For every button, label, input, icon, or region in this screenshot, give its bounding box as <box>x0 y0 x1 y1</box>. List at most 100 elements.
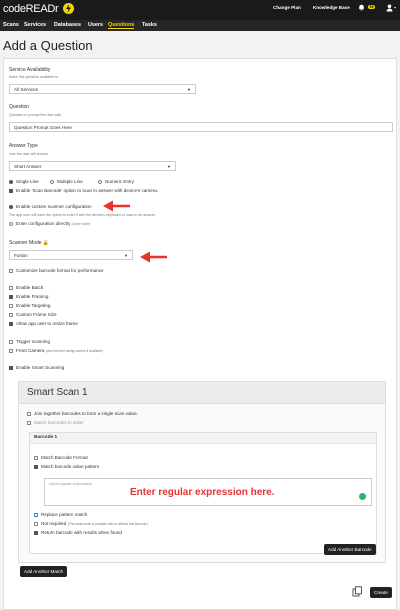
service-availability-select[interactable]: All Services ▼ <box>9 84 196 94</box>
multiple-line-label: Multiple Line <box>57 179 83 184</box>
checkbox-icon <box>34 464 38 469</box>
replace-match-label: Replace pattern match <box>41 512 88 517</box>
question-value: Question Prompt Goes Here <box>14 125 72 130</box>
regex-placeholder: Input regular expression <box>49 481 92 486</box>
enable-framing-checkbox[interactable]: Enable Framing <box>9 294 48 299</box>
custom-scanner-help: The app user will have the option to ent… <box>9 213 156 217</box>
not-required-label: Not required <box>41 521 67 526</box>
enable-targeting-label: Enable Targeting <box>16 303 51 308</box>
return-barcode-label: Return barcode with results when found <box>41 530 122 535</box>
enable-batch-checkbox[interactable]: Enable Batch <box>9 285 43 290</box>
question-help: Question to prompt the user with <box>9 113 61 117</box>
match-order-checkbox[interactable]: Match barcodes in order <box>27 420 84 425</box>
bell-icon[interactable] <box>358 4 365 13</box>
customize-format-checkbox[interactable]: Customize barcode format for performance <box>9 268 104 273</box>
barcode-title: Barcode 1 <box>34 435 58 440</box>
enable-batch-label: Enable Batch <box>16 285 44 290</box>
barcode-header: Barcode 1 <box>30 433 376 444</box>
config-directly-radio[interactable]: Enter configuration directly (Learn more… <box>9 221 90 226</box>
lock-icon: 🔒 <box>42 240 50 246</box>
question-input[interactable]: Question Prompt Goes Here <box>9 122 393 132</box>
numeric-entry-label: Numeric Entry <box>105 179 135 184</box>
front-camera-note: (Use the front facing camera if availabl… <box>45 349 103 353</box>
checkbox-icon <box>9 188 13 193</box>
multiple-line-radio[interactable]: Multiple Line <box>50 179 83 184</box>
custom-scanner-radio[interactable]: Enable custom scanner configuration <box>9 204 92 209</box>
scan-barcode-checkbox[interactable]: Enable 'Scan Barcode' option to scan in … <box>9 188 158 193</box>
enable-smart-scanning-checkbox[interactable]: Enable Smart Scanning <box>9 365 64 370</box>
config-directly-label: Enter configuration directly <box>16 221 71 226</box>
resize-frame-checkbox[interactable]: Allow app user to resize frame <box>9 321 78 326</box>
checkbox-icon <box>34 530 38 535</box>
match-format-checkbox[interactable]: Match Barcode Format <box>34 455 88 460</box>
checkbox-icon <box>27 420 31 425</box>
smart-scan-title: Smart Scan 1 <box>27 387 88 398</box>
scanner-mode-label: Scanner Mode 🔒 <box>9 240 49 246</box>
custom-frame-size-checkbox[interactable]: Custom Frame Size <box>9 312 57 317</box>
checkbox-icon <box>34 455 38 460</box>
not-required-note: (This smart scan is possible with or wit… <box>67 522 149 526</box>
answer-type-select[interactable]: Short Answer ▼ <box>9 161 176 171</box>
checkbox-icon <box>9 348 13 353</box>
nav-services[interactable]: Services <box>24 22 46 28</box>
checkbox-icon <box>9 365 13 370</box>
front-camera-label: Front Camera <box>16 348 45 353</box>
app-logo[interactable]: codeREADr <box>3 3 59 15</box>
nav-tasks[interactable]: Tasks <box>142 22 157 28</box>
question-label: Question <box>9 104 30 110</box>
barcode-panel: Barcode 1 Match Barcode Format Match bar… <box>29 432 377 554</box>
single-line-radio[interactable]: Single Line <box>9 179 39 184</box>
copy-icon[interactable] <box>352 586 363 599</box>
checkbox-icon <box>9 285 13 290</box>
smart-scan-header: Smart Scan 1 <box>19 382 385 404</box>
add-another-match-button[interactable]: Add Another Match <box>20 566 68 577</box>
custom-frame-size-label: Custom Frame Size <box>16 312 57 317</box>
match-format-label: Match Barcode Format <box>41 455 88 460</box>
checkbox-icon <box>34 512 38 517</box>
user-menu-icon[interactable] <box>386 4 397 14</box>
match-order-label: Match barcodes in order <box>34 420 84 425</box>
nav-scans[interactable]: Scans <box>3 22 19 28</box>
checkbox-icon <box>9 321 13 326</box>
nav-users[interactable]: Users <box>88 22 103 28</box>
regex-annotation: Enter regular expression here. <box>130 487 275 498</box>
nav-databases[interactable]: Databases <box>54 22 81 28</box>
scan-barcode-label: Enable 'Scan Barcode' option to scan in … <box>16 188 159 193</box>
replace-match-checkbox[interactable]: Replace pattern match <box>34 512 87 517</box>
page-title: Add a Question <box>3 38 93 53</box>
enable-targeting-checkbox[interactable]: Enable Targeting <box>9 303 50 308</box>
change-plan-link[interactable]: Change Plan <box>273 5 301 10</box>
knowledge-base-link[interactable]: Knowledge Base <box>313 5 350 10</box>
return-barcode-checkbox[interactable]: Return barcode with results when found <box>34 530 122 535</box>
annotation-arrow-icon <box>103 200 130 212</box>
trigger-scanning-checkbox[interactable]: Trigger scanning <box>9 339 50 344</box>
create-button[interactable]: Create <box>370 587 392 598</box>
checkbox-icon <box>9 294 13 299</box>
checkbox-icon <box>27 411 31 416</box>
nav-questions[interactable]: Questions <box>108 22 135 29</box>
regex-input[interactable]: Input regular expression Enter regular e… <box>44 478 372 506</box>
match-pattern-label: Match barcode value pattern <box>41 464 100 469</box>
answer-type-help: how the user will answer <box>9 152 49 156</box>
numeric-entry-radio[interactable]: Numeric Entry <box>98 179 134 184</box>
add-another-barcode-button[interactable]: Add Another Barcode <box>324 544 376 555</box>
chevron-down-icon: ▼ <box>167 164 171 169</box>
join-barcodes-checkbox[interactable]: Join together barcodes to form a single … <box>27 411 138 416</box>
logo-bolt-icon <box>63 3 74 14</box>
single-line-label: Single Line <box>16 179 39 184</box>
annotation-arrow-icon <box>140 251 167 263</box>
checkbox-icon <box>34 521 38 526</box>
front-camera-checkbox[interactable]: Front Camera (Use the front facing camer… <box>9 348 103 353</box>
not-required-checkbox[interactable]: Not required (This smart scan is possibl… <box>34 521 148 526</box>
scanner-mode-value: Fusion <box>14 253 28 258</box>
enable-framing-label: Enable Framing <box>16 294 49 299</box>
customize-format-label: Customize barcode format for performance <box>16 268 104 273</box>
join-barcodes-label: Join together barcodes to form a single … <box>34 411 138 416</box>
match-pattern-checkbox[interactable]: Match barcode value pattern <box>34 464 99 469</box>
scanner-mode-text: Scanner Mode <box>9 240 42 246</box>
scanner-mode-select[interactable]: Fusion ▼ <box>9 250 133 260</box>
grammarly-icon <box>359 493 366 500</box>
learn-more-link[interactable]: (Learn more) <box>72 222 90 226</box>
radio-icon <box>9 179 13 184</box>
service-availability-help: Make this question available to <box>9 75 59 79</box>
